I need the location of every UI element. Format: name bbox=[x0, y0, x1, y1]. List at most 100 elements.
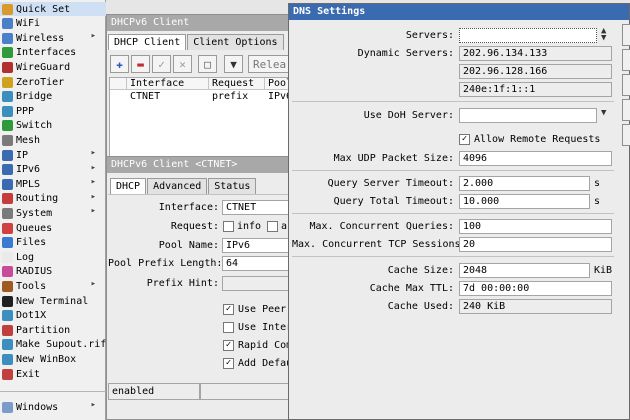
ok-button[interactable] bbox=[622, 24, 630, 46]
static-button[interactable] bbox=[622, 99, 630, 121]
add-default-route-checkbox[interactable]: ✓ bbox=[223, 358, 234, 369]
pool-prefix-length-field[interactable]: 64 bbox=[222, 256, 296, 271]
sidebar-item-wireguard[interactable]: WireGuard bbox=[0, 60, 106, 74]
window-title[interactable]: DNS Settings bbox=[289, 4, 629, 20]
comment-button[interactable]: □ bbox=[198, 55, 217, 73]
sidebar-item-queues[interactable]: Queues bbox=[0, 221, 106, 235]
query-total-timeout-unit: s bbox=[594, 196, 601, 207]
dhcp-list-tabs: DHCP Client Client Options bbox=[108, 34, 285, 50]
column-header-interface[interactable]: Interface bbox=[127, 78, 209, 90]
tab-dhcp-client[interactable]: DHCP Client bbox=[108, 34, 187, 50]
mesh-icon bbox=[2, 134, 13, 146]
max-concurrent-tcp-sessions-field[interactable]: 20 bbox=[459, 237, 612, 252]
tab-client-options[interactable]: Client Options bbox=[187, 34, 284, 50]
sidebar-item-ppp[interactable]: PPP bbox=[0, 104, 106, 118]
exit-icon bbox=[2, 368, 13, 380]
sidebar-item-label: Log bbox=[16, 251, 35, 263]
cache-used-label: Cache Used: bbox=[387, 301, 454, 312]
sidebar-item-new-winbox[interactable]: New WinBox bbox=[0, 352, 106, 366]
pool-name-field[interactable]: IPv6 bbox=[222, 238, 296, 253]
use-interface-duid-checkbox[interactable] bbox=[223, 322, 234, 333]
prefix-hint-label: Prefix Hint: bbox=[146, 278, 219, 289]
ip-icon bbox=[2, 149, 13, 161]
sidebar-item-ip[interactable]: IP ▸ bbox=[0, 148, 106, 162]
sidebar-item-label: Routing bbox=[16, 193, 59, 205]
allow-remote-requests-label: Allow Remote Requests bbox=[474, 134, 601, 145]
sidebar-item-interfaces[interactable]: Interfaces bbox=[0, 46, 106, 60]
sidebar-item-label: Switch bbox=[16, 120, 53, 132]
sidebar-item-quick-set[interactable]: Quick Set bbox=[0, 2, 106, 16]
prefix-hint-field[interactable] bbox=[222, 276, 296, 291]
sidebar-item-bridge[interactable]: Bridge bbox=[0, 90, 106, 104]
submenu-arrow-icon: ▸ bbox=[90, 31, 96, 42]
sidebar-item-radius[interactable]: RADIUS bbox=[0, 265, 106, 279]
request-address-checkbox[interactable] bbox=[267, 221, 278, 232]
tab-dhcp[interactable]: DHCP bbox=[110, 178, 147, 194]
request-info-checkbox[interactable] bbox=[223, 221, 234, 232]
sidebar-item-files[interactable]: Files bbox=[0, 236, 106, 250]
enable-button[interactable]: ✓ bbox=[152, 55, 171, 73]
rapid-commit-label: Rapid Com bbox=[238, 340, 293, 351]
sidebar-item-label: IP bbox=[16, 149, 29, 161]
cache-max-ttl-field[interactable]: 7d 00:00:00 bbox=[459, 281, 612, 296]
sidebar-item-log[interactable]: Log bbox=[0, 250, 106, 264]
sidebar-item-zerotier[interactable]: ZeroTier bbox=[0, 75, 106, 89]
use-peer-dns-checkbox[interactable]: ✓ bbox=[223, 304, 234, 315]
allow-remote-requests-checkbox[interactable]: ✓ bbox=[459, 134, 470, 145]
sidebar-item-ipv6[interactable]: IPv6 ▸ bbox=[0, 163, 106, 177]
doh-server-select[interactable] bbox=[459, 108, 597, 123]
sidebar-item-partition[interactable]: Partition bbox=[0, 323, 106, 337]
disable-button[interactable]: ✕ bbox=[173, 55, 192, 73]
sidebar-item-switch[interactable]: Switch bbox=[0, 119, 106, 133]
window-title[interactable]: DHCPv6 Client <CTNET> bbox=[107, 157, 295, 173]
max-concurrent-queries-field[interactable]: 100 bbox=[459, 219, 612, 234]
sidebar-item-mesh[interactable]: Mesh bbox=[0, 133, 106, 147]
dynamic-server-1: 202.96.134.133 bbox=[459, 46, 612, 61]
max-udp-packet-size-field[interactable]: 4096 bbox=[459, 151, 612, 166]
apply-button[interactable] bbox=[622, 74, 630, 96]
servers-field[interactable] bbox=[459, 28, 597, 43]
sidebar-item-make-supout-rif[interactable]: Make Supout.rif bbox=[0, 338, 106, 352]
sidebar-item-routing[interactable]: Routing ▸ bbox=[0, 192, 106, 206]
dropdown-arrow-icon[interactable]: ▼ bbox=[601, 108, 606, 118]
sidebar-item-exit[interactable]: Exit bbox=[0, 367, 106, 381]
check-icon: ✓ bbox=[158, 57, 165, 71]
add-button[interactable]: ✚ bbox=[110, 55, 129, 73]
query-total-timeout-field[interactable]: 10.000 bbox=[459, 194, 590, 209]
new-terminal-icon bbox=[2, 295, 13, 307]
sidebar-item-label: Queues bbox=[16, 222, 53, 234]
column-header-request[interactable]: Request bbox=[209, 78, 265, 90]
query-total-timeout-label: Query Total Timeout: bbox=[333, 196, 454, 207]
query-server-timeout-unit: s bbox=[594, 178, 601, 189]
tab-advanced[interactable]: Advanced bbox=[147, 178, 208, 194]
cache-size-field[interactable]: 2048 bbox=[459, 263, 590, 278]
window-title[interactable]: DHCPv6 Client bbox=[107, 15, 295, 31]
request-address-label: a bbox=[281, 221, 288, 232]
new-winbox-icon bbox=[2, 353, 13, 365]
cancel-button[interactable] bbox=[622, 49, 630, 71]
query-server-timeout-field[interactable]: 2.000 bbox=[459, 176, 590, 191]
tab-status[interactable]: Status bbox=[208, 178, 257, 194]
sidebar-item-windows[interactable]: Windows ▸ bbox=[0, 400, 106, 414]
sidebar-item-tools[interactable]: Tools ▸ bbox=[0, 279, 106, 293]
sidebar-item-new-terminal[interactable]: New Terminal bbox=[0, 294, 106, 308]
rapid-commit-checkbox[interactable]: ✓ bbox=[223, 340, 234, 351]
release-button[interactable]: Relea bbox=[248, 55, 292, 73]
filter-button[interactable]: ▼ bbox=[224, 55, 243, 73]
sidebar-item-label: Partition bbox=[16, 324, 71, 336]
wireguard-icon bbox=[2, 61, 13, 73]
interface-select[interactable]: CTNET bbox=[222, 200, 296, 215]
sidebar-item-system[interactable]: System ▸ bbox=[0, 206, 106, 220]
cache-button[interactable] bbox=[622, 124, 630, 146]
routing-icon bbox=[2, 193, 13, 205]
quick-set-icon bbox=[2, 3, 13, 15]
status-bar-right bbox=[200, 383, 294, 400]
sidebar-item-wifi[interactable]: WiFi bbox=[0, 17, 106, 31]
sidebar-item-label: RADIUS bbox=[16, 266, 53, 278]
reorder-arrows-icon[interactable]: ▲ ▼ bbox=[601, 27, 606, 43]
sidebar-item-wireless[interactable]: Wireless ▸ bbox=[0, 31, 106, 45]
remove-button[interactable]: ▬ bbox=[131, 55, 150, 73]
sidebar-item-dot1x[interactable]: Dot1X bbox=[0, 309, 106, 323]
dynamic-server-2: 202.96.128.166 bbox=[459, 64, 612, 79]
sidebar-item-mpls[interactable]: MPLS ▸ bbox=[0, 177, 106, 191]
